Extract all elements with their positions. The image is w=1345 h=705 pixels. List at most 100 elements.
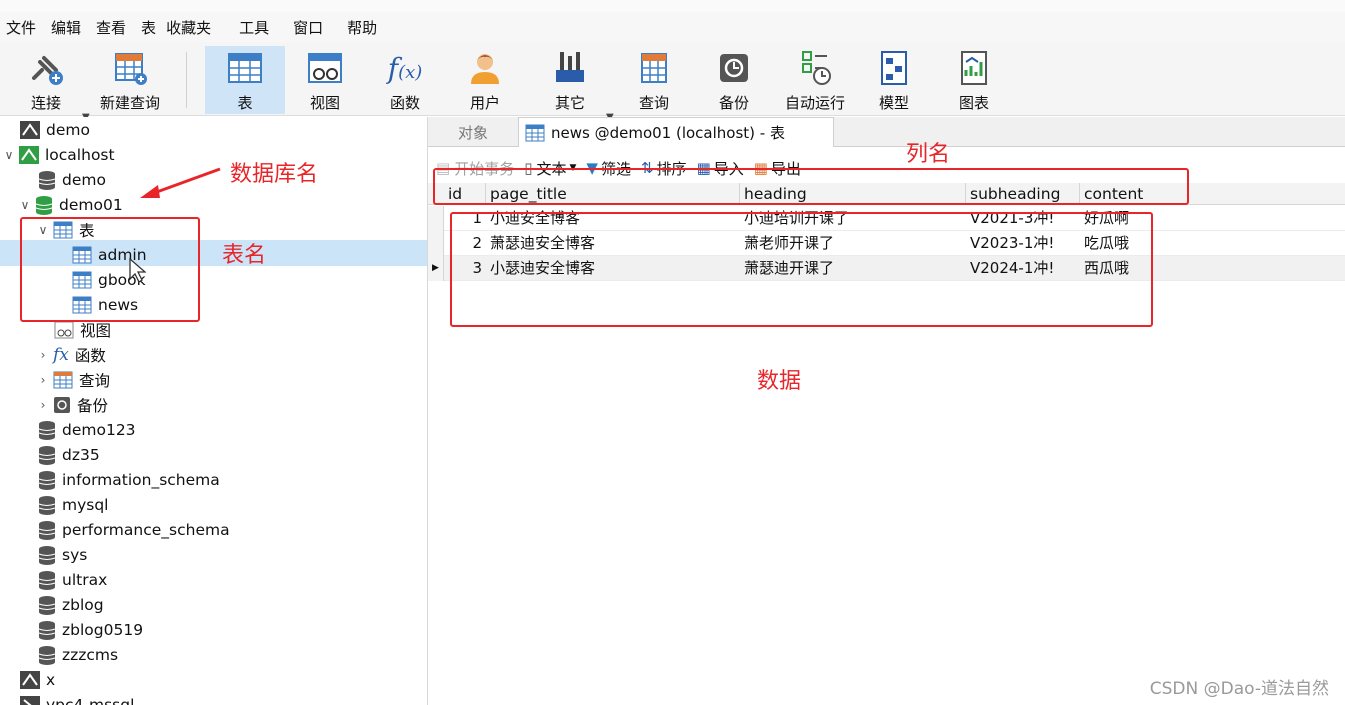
annotation-column-name: 列名	[906, 142, 951, 167]
tree-db-item[interactable]: zblog	[38, 592, 104, 617]
tree-label: performance_schema	[62, 520, 230, 539]
backup-icon	[53, 396, 71, 414]
tree-connection-demo[interactable]: demo	[20, 117, 90, 142]
view-button[interactable]: 视图	[295, 46, 355, 114]
table-button[interactable]: 表	[205, 46, 285, 114]
database-icon	[38, 645, 56, 665]
tree-db-item[interactable]: mysql	[38, 492, 109, 517]
row-selector[interactable]	[428, 206, 444, 231]
chart-icon	[954, 46, 994, 90]
tree-label: 函数	[74, 346, 106, 365]
auto-run-icon	[795, 46, 835, 90]
view-label: 视图	[309, 94, 340, 112]
tab-label: news @demo01 (localhost) - 表	[551, 124, 785, 142]
tab-objects[interactable]: 对象	[428, 117, 518, 147]
tree-label: demo	[46, 120, 90, 139]
chart-button[interactable]: 图表	[946, 46, 1002, 114]
tree-label: mysql	[62, 495, 109, 514]
tree-db-item[interactable]: demo123	[38, 417, 136, 442]
database-icon	[38, 620, 56, 640]
database-icon	[38, 420, 56, 440]
query-label: 查询	[638, 94, 669, 112]
toolbar-separator	[186, 52, 187, 108]
tree-label: sys	[62, 545, 88, 564]
tree-label: information_schema	[62, 470, 220, 489]
tree-label: zzzcms	[62, 645, 119, 664]
menu-view[interactable]: 查看	[90, 17, 135, 38]
tree-label: ultrax	[62, 570, 108, 589]
annotation-data: 数据	[757, 369, 802, 394]
chevron-right-icon[interactable]: ›	[36, 398, 50, 412]
backup-button[interactable]: 备份	[704, 46, 764, 114]
tree-db-demo[interactable]: demo	[38, 167, 106, 192]
tree-label: 备份	[77, 396, 109, 415]
tools-icon	[550, 46, 590, 90]
row-selector[interactable]	[428, 231, 444, 256]
tree-db-item[interactable]: ultrax	[38, 567, 107, 592]
menu-favorites[interactable]: 收藏夹	[160, 17, 233, 38]
annotation-box-tables	[20, 217, 200, 322]
table-icon	[225, 46, 265, 90]
user-button[interactable]: 用户	[455, 46, 515, 114]
tree-db-item[interactable]: information_schema	[38, 467, 220, 492]
chevron-down-icon[interactable]: ∨	[18, 198, 32, 212]
mysql-connection-icon	[20, 120, 40, 139]
annotation-box-data	[450, 212, 1153, 327]
menu-help[interactable]: 帮助	[341, 17, 386, 38]
tree-db-demo01[interactable]: ∨ demo01	[18, 192, 123, 217]
tree-backups[interactable]: › 备份	[36, 392, 108, 417]
query-icon	[53, 371, 73, 389]
annotation-box-columns	[433, 168, 1189, 205]
annotation-db-name: 数据库名	[230, 162, 319, 187]
tree-label: localhost	[45, 145, 115, 164]
tree-db-item[interactable]: dz35	[38, 442, 100, 467]
menu-bar: 文件 编辑 查看 表 收藏夹 工具 窗口 帮助	[0, 12, 1345, 42]
tree-queries[interactable]: › 查询	[36, 367, 110, 392]
model-label: 模型	[878, 94, 909, 112]
connect-button[interactable]: 连接	[18, 46, 74, 114]
tree-connection-ypc4-mssql[interactable]: ypc4-mssql	[20, 692, 134, 705]
menu-file[interactable]: 文件	[0, 17, 45, 38]
user-icon	[465, 46, 505, 90]
tree-connection-localhost[interactable]: ∨ localhost	[2, 142, 115, 167]
model-button[interactable]: 模型	[866, 46, 922, 114]
menu-edit[interactable]: 编辑	[45, 17, 90, 38]
menu-window[interactable]: 窗口	[287, 17, 341, 38]
new-query-button[interactable]: 新建查询	[96, 46, 164, 114]
mysql-connection-icon	[19, 145, 39, 164]
tree-label: demo01	[59, 195, 123, 214]
chevron-down-icon[interactable]: ∨	[2, 148, 16, 162]
chevron-right-icon[interactable]: ›	[36, 348, 50, 362]
menu-tools[interactable]: 工具	[233, 17, 287, 38]
object-tabs: 对象 news @demo01 (localhost) - 表	[428, 117, 1345, 147]
connect-label: 连接	[30, 94, 61, 112]
chevron-right-icon[interactable]: ›	[36, 373, 50, 387]
tree-db-item[interactable]: sys	[38, 542, 87, 567]
backup-icon	[714, 46, 754, 90]
tree-label: dz35	[62, 445, 100, 464]
navigation-tree: demo ∨ localhost demo ∨ demo01 ∨ 表 admin…	[0, 117, 428, 705]
tree-db-item[interactable]: zblog0519	[38, 617, 143, 642]
auto-run-button[interactable]: 自动运行	[780, 46, 850, 114]
tree-db-item[interactable]: zzzcms	[38, 642, 118, 667]
annotation-table-name: 表名	[222, 243, 267, 268]
tree-label: x	[46, 670, 56, 689]
menu-table[interactable]: 表	[135, 17, 160, 38]
query-button[interactable]: 查询	[624, 46, 684, 114]
other-button[interactable]: 其它	[540, 46, 600, 114]
watermark: CSDN @Dao-道法自然	[1149, 679, 1329, 699]
current-row-indicator-icon[interactable]: ▶	[428, 256, 444, 281]
main-toolbar: 连接 ▼ 新建查询 表 视图 f(x) 函数 用户 其它	[0, 42, 1345, 123]
function-button[interactable]: f(x) 函数	[375, 46, 435, 114]
tree-connection-x[interactable]: x	[20, 667, 55, 692]
tab-news-table[interactable]: news @demo01 (localhost) - 表	[518, 117, 834, 147]
tree-functions[interactable]: › fx 函数	[36, 342, 106, 367]
tree-label: ypc4-mssql	[46, 695, 135, 705]
database-icon	[38, 570, 56, 590]
tree-label: zblog	[62, 595, 104, 614]
database-icon	[35, 195, 53, 215]
tree-db-item[interactable]: performance_schema	[38, 517, 230, 542]
table-icon	[525, 124, 545, 142]
tree-label: 查询	[79, 371, 111, 390]
tree-label: demo	[62, 170, 106, 189]
